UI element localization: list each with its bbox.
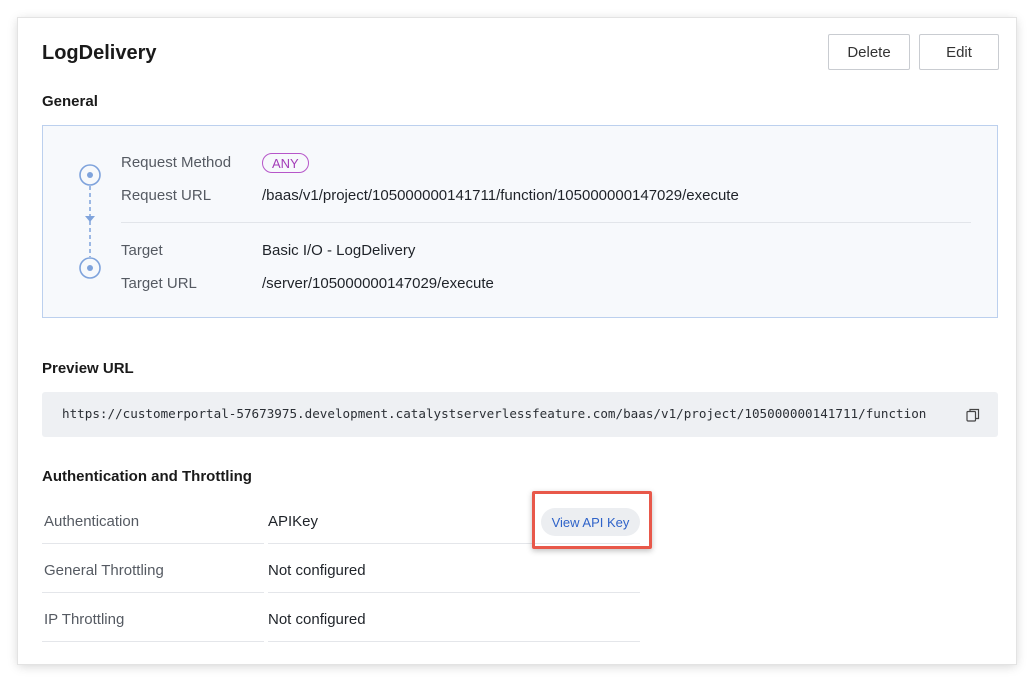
api-gateway-detail-panel: LogDelivery Delete Edit General Request …	[18, 18, 1016, 664]
flow-connector-icon	[79, 164, 101, 279]
view-api-key-button[interactable]: View API Key	[541, 508, 640, 536]
copy-icon[interactable]	[966, 408, 980, 422]
authentication-label: Authentication	[44, 513, 140, 530]
row-divider	[42, 543, 264, 544]
row-divider	[268, 641, 640, 642]
general-info-box: Request Method ANY Request URL /baas/v1/…	[42, 125, 998, 318]
divider	[121, 222, 971, 223]
edit-button[interactable]: Edit	[919, 34, 999, 70]
ip-throttling-label: IP Throttling	[44, 611, 125, 628]
authentication-value: APIKey	[268, 513, 319, 530]
target-label: Target	[121, 242, 163, 259]
general-throttling-value: Not configured	[268, 562, 366, 579]
general-throttling-label: General Throttling	[44, 562, 164, 579]
preview-url-heading: Preview URL	[42, 360, 134, 377]
row-divider	[42, 641, 264, 642]
page-title: LogDelivery	[42, 42, 157, 64]
row-divider	[42, 592, 264, 593]
auth-throttling-heading: Authentication and Throttling	[42, 468, 252, 485]
general-heading: General	[42, 93, 98, 110]
request-url-value: /baas/v1/project/105000000141711/functio…	[262, 187, 739, 204]
target-value: Basic I/O - LogDelivery	[262, 242, 416, 259]
preview-url-box: https://customerportal-57673975.developm…	[42, 392, 998, 437]
request-method-badge: ANY	[262, 153, 309, 173]
row-divider	[268, 592, 640, 593]
ip-throttling-value: Not configured	[268, 611, 366, 628]
target-url-label: Target URL	[121, 275, 197, 292]
target-url-value: /server/105000000147029/execute	[262, 275, 494, 292]
request-url-label: Request URL	[121, 187, 212, 204]
request-method-label: Request Method	[121, 154, 232, 171]
delete-button[interactable]: Delete	[828, 34, 910, 70]
preview-url-text[interactable]: https://customerportal-57673975.developm…	[62, 406, 926, 421]
